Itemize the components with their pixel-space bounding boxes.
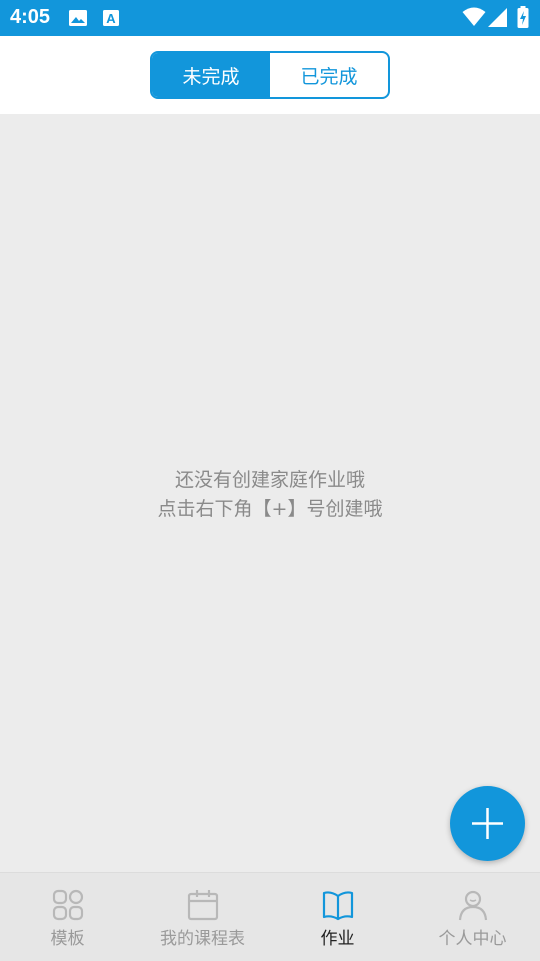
svg-text:A: A xyxy=(106,11,116,26)
nav-label-templates: 模板 xyxy=(50,929,85,949)
nav-label-homework: 作业 xyxy=(320,929,355,949)
nav-item-schedule[interactable]: 我的课程表 xyxy=(135,873,270,961)
nav-label-schedule: 我的课程表 xyxy=(160,929,245,949)
grid-icon xyxy=(52,889,83,921)
nav-item-templates[interactable]: 模板 xyxy=(0,873,135,961)
signal-icon xyxy=(488,8,508,31)
empty-state-line1: 还没有创建家庭作业哦 xyxy=(174,469,365,491)
image-icon xyxy=(68,9,88,31)
nav-item-profile[interactable]: 个人中心 xyxy=(405,873,540,961)
homework-list-area: 还没有创建家庭作业哦 点击右下角【+】号创建哦 xyxy=(0,114,540,872)
plus-icon xyxy=(472,808,503,839)
add-homework-button[interactable] xyxy=(450,786,525,861)
nav-label-profile: 个人中心 xyxy=(438,929,507,949)
bottom-nav: 模板 我的课程表 作业 个人中心 xyxy=(0,872,540,961)
wifi-icon xyxy=(462,7,486,31)
empty-state: 还没有创建家庭作业哦 点击右下角【+】号创建哦 xyxy=(0,466,540,524)
tab-incomplete[interactable]: 未完成 xyxy=(152,53,270,97)
font-a-icon: A xyxy=(102,9,120,31)
status-segmented-control: 未完成 已完成 xyxy=(150,51,390,99)
battery-charging-icon xyxy=(517,6,529,32)
calendar-icon xyxy=(187,890,218,921)
nav-item-homework[interactable]: 作业 xyxy=(270,873,405,961)
book-icon xyxy=(322,891,353,921)
header: 未完成 已完成 xyxy=(0,36,540,114)
person-icon xyxy=(458,890,487,921)
status-time: 4:05 xyxy=(10,6,51,28)
empty-state-line2: 点击右下角【+】号创建哦 xyxy=(157,498,383,520)
tab-completed[interactable]: 已完成 xyxy=(270,53,388,97)
status-bar: 4:05 A xyxy=(0,0,540,36)
